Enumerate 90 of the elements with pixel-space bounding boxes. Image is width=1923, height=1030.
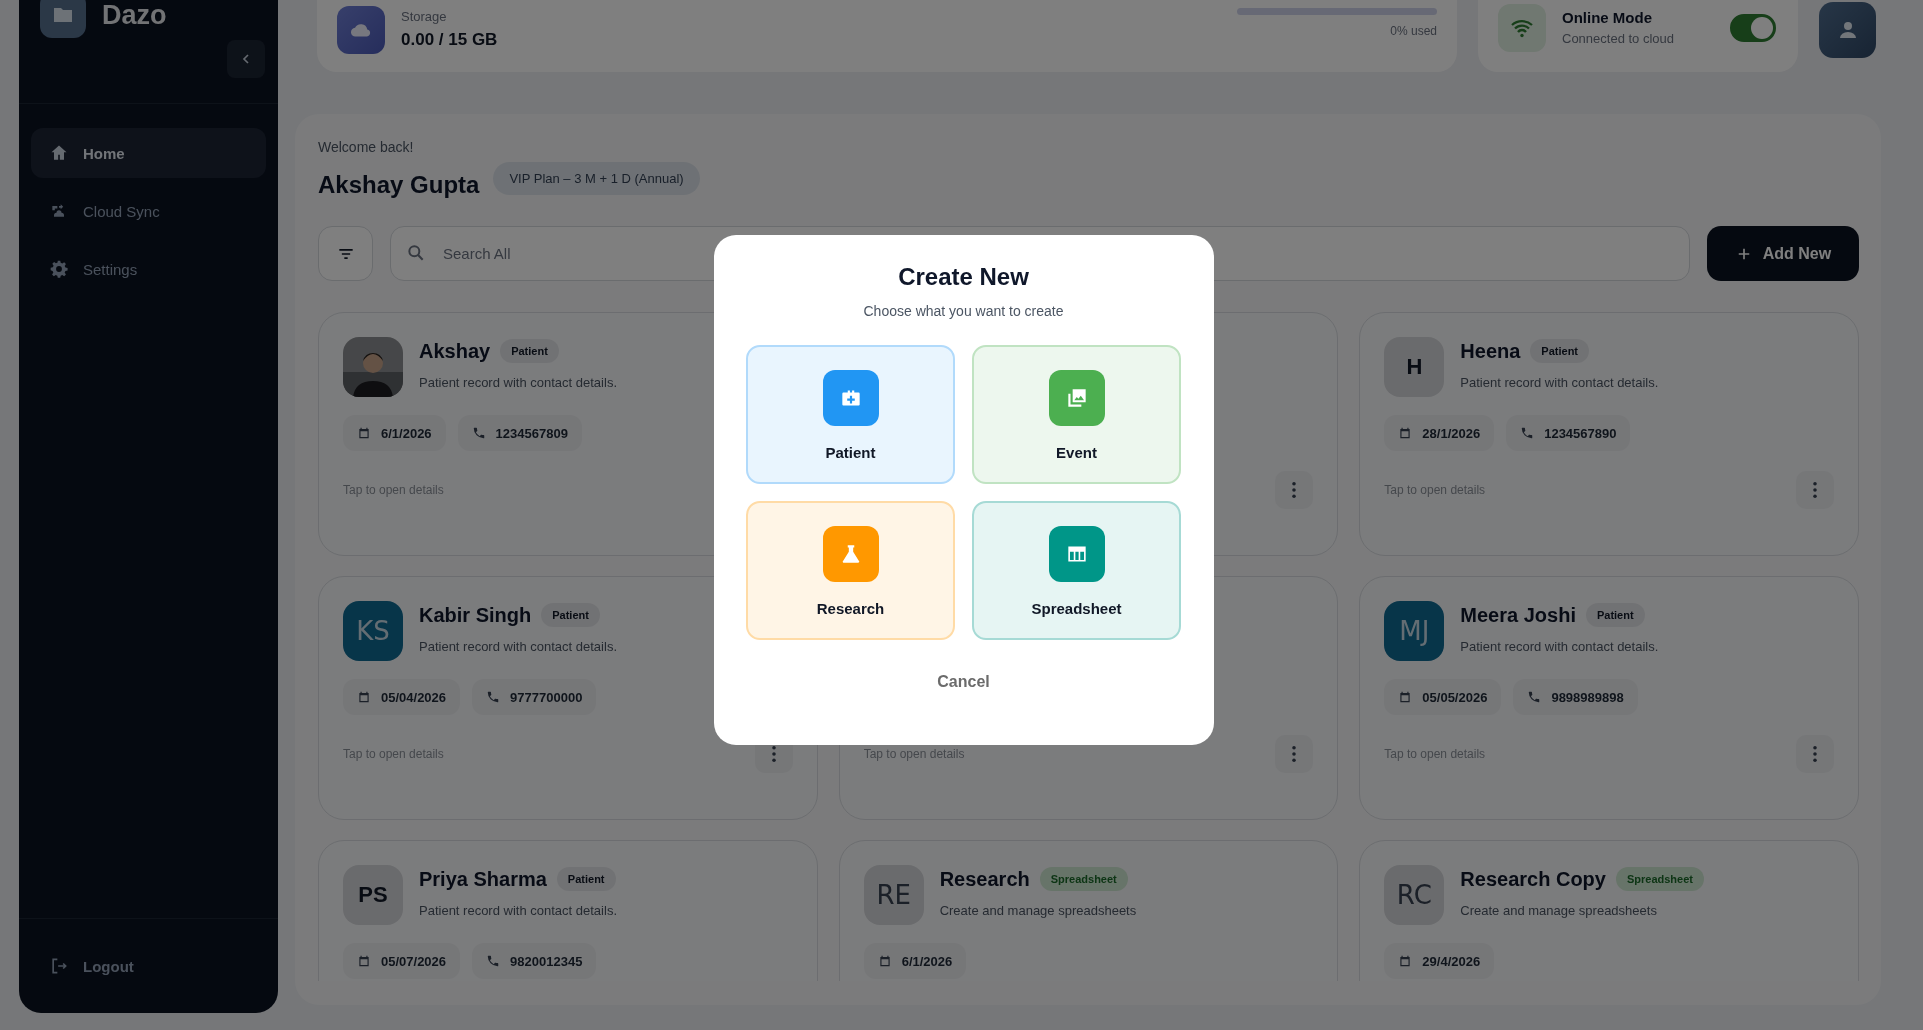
wifi-icon — [1498, 4, 1546, 52]
phone-icon — [486, 690, 501, 704]
sidebar-item[interactable]: Home — [31, 128, 266, 178]
type-tag: Patient — [556, 867, 616, 891]
chip-text: 6/1/2026 — [381, 425, 432, 441]
create-option[interactable]: Patient — [746, 345, 955, 484]
chip-text: 6/1/2026 — [901, 953, 953, 969]
filter-button[interactable] — [318, 226, 373, 281]
mode-subtitle: Connected to cloud — [1562, 31, 1675, 46]
welcome-text: Welcome back! — [318, 139, 415, 155]
record-name: Priya Sharma — [419, 867, 547, 891]
chip-text: 28/1/2026 — [1422, 425, 1481, 441]
record-name: Meera Joshi — [1460, 603, 1576, 627]
record-card[interactable]: RE Research Spreadsheet Create and manage spreadsheets 6/1/2026 — [838, 840, 1339, 981]
chip-text: 05/04/2026 — [381, 689, 447, 705]
app-name: Dazo — [102, 0, 167, 31]
more-vertical-icon — [1813, 482, 1817, 498]
record-description: Patient record with contact details. — [419, 639, 617, 654]
chip-text: 05/07/2026 — [381, 953, 447, 969]
dialog-subtitle: Choose what you want to create — [863, 303, 1064, 319]
record-name: Heena — [1460, 339, 1521, 363]
logout-button[interactable]: Logout — [31, 941, 266, 991]
phone-icon — [1520, 426, 1535, 440]
avatar-initials: RE — [863, 865, 924, 925]
usage-reading: 0% used — [1390, 24, 1437, 38]
calendar-icon — [1398, 426, 1413, 440]
phone-icon — [1527, 690, 1542, 704]
dialog-title: Create New — [898, 263, 1029, 291]
record-name: Research Copy — [1460, 867, 1606, 891]
record-name: Kabir Singh — [419, 603, 532, 627]
online-toggle[interactable] — [1730, 14, 1776, 42]
record-description: Create and manage spreadsheets — [1460, 903, 1658, 918]
storage-value: 0.00 / 15 GB — [401, 30, 498, 50]
type-tag: Patient — [1585, 603, 1645, 627]
storage-label: Storage — [401, 9, 448, 24]
avatar-initials: MJ — [1384, 601, 1445, 661]
record-description: Patient record with contact details. — [1460, 375, 1659, 390]
calendar-icon — [877, 954, 892, 968]
phone-icon — [486, 954, 501, 968]
chip-text: 9820012345 — [510, 953, 583, 969]
chip-text: 1234567809 — [495, 425, 568, 441]
chip-text: 9777700000 — [510, 689, 583, 705]
record-card[interactable]: RC Research Copy Spreadsheet Create and manage spreadsheets 29/4/2026 — [1359, 840, 1859, 981]
home-icon — [49, 143, 69, 163]
calendar-icon — [357, 690, 371, 704]
more-vertical-icon — [1813, 746, 1817, 762]
record-description: Patient record with contact details. — [1460, 639, 1659, 654]
sidebar-item[interactable]: Settings — [31, 244, 266, 294]
folder-logo-icon — [40, 0, 86, 38]
chip-text: 1234567890 — [1544, 425, 1617, 441]
record-description: Create and manage spreadsheets — [939, 903, 1137, 918]
cloud-icon — [337, 6, 385, 54]
more-vertical-icon — [1292, 746, 1297, 762]
record-name: Akshay — [419, 339, 491, 363]
avatar-initials: H — [1384, 337, 1445, 397]
chip-text: 9898989898 — [1551, 689, 1624, 705]
create-option[interactable]: Research — [746, 501, 955, 640]
avatar-initials: RC — [1384, 865, 1445, 925]
record-name: Research — [939, 867, 1030, 891]
mode-title: Online Mode — [1562, 9, 1653, 26]
chip-text: 05/05/2026 — [1422, 689, 1488, 705]
sidebar-item[interactable]: Cloud Sync — [31, 186, 266, 236]
phone-icon — [471, 426, 486, 440]
type-tag: Patient — [1530, 339, 1590, 363]
add-new-button[interactable]: Add New — [1707, 226, 1859, 281]
avatar-initials: PS — [343, 865, 403, 925]
calendar-icon — [357, 954, 371, 968]
logout-icon — [49, 956, 69, 976]
create-option[interactable]: Spreadsheet — [972, 501, 1181, 640]
chip-text: 29/4/2026 — [1422, 953, 1481, 969]
type-tag: Spreadsheet — [1615, 867, 1704, 891]
record-description: Patient record with contact details. — [419, 903, 617, 918]
user-name: Akshay Gupta — [318, 170, 480, 199]
calendar-icon — [1398, 690, 1413, 704]
type-tag: Patient — [541, 603, 600, 627]
calendar-icon — [357, 426, 371, 440]
cancel-button[interactable]: Cancel — [925, 667, 1002, 697]
more-vertical-icon — [1292, 482, 1297, 498]
profile-button[interactable] — [1819, 2, 1876, 58]
settings-icon — [49, 259, 69, 279]
type-tag: Spreadsheet — [1039, 867, 1128, 891]
plan-pill: VIP Plan – 3 M + 1 D (Annual) — [493, 161, 700, 195]
record-card[interactable]: PS Priya Sharma Patient Patient record with contact details. 05/07/2026 9820012345 — [318, 840, 818, 981]
search-icon — [406, 243, 426, 263]
more-vertical-icon — [771, 746, 776, 762]
record-description: Patient record with contact details. — [419, 375, 617, 390]
type-tag: Patient — [500, 339, 559, 363]
avatar-initials: KS — [343, 601, 403, 661]
create-option[interactable]: Event — [972, 345, 1181, 484]
calendar-icon — [1398, 954, 1413, 968]
